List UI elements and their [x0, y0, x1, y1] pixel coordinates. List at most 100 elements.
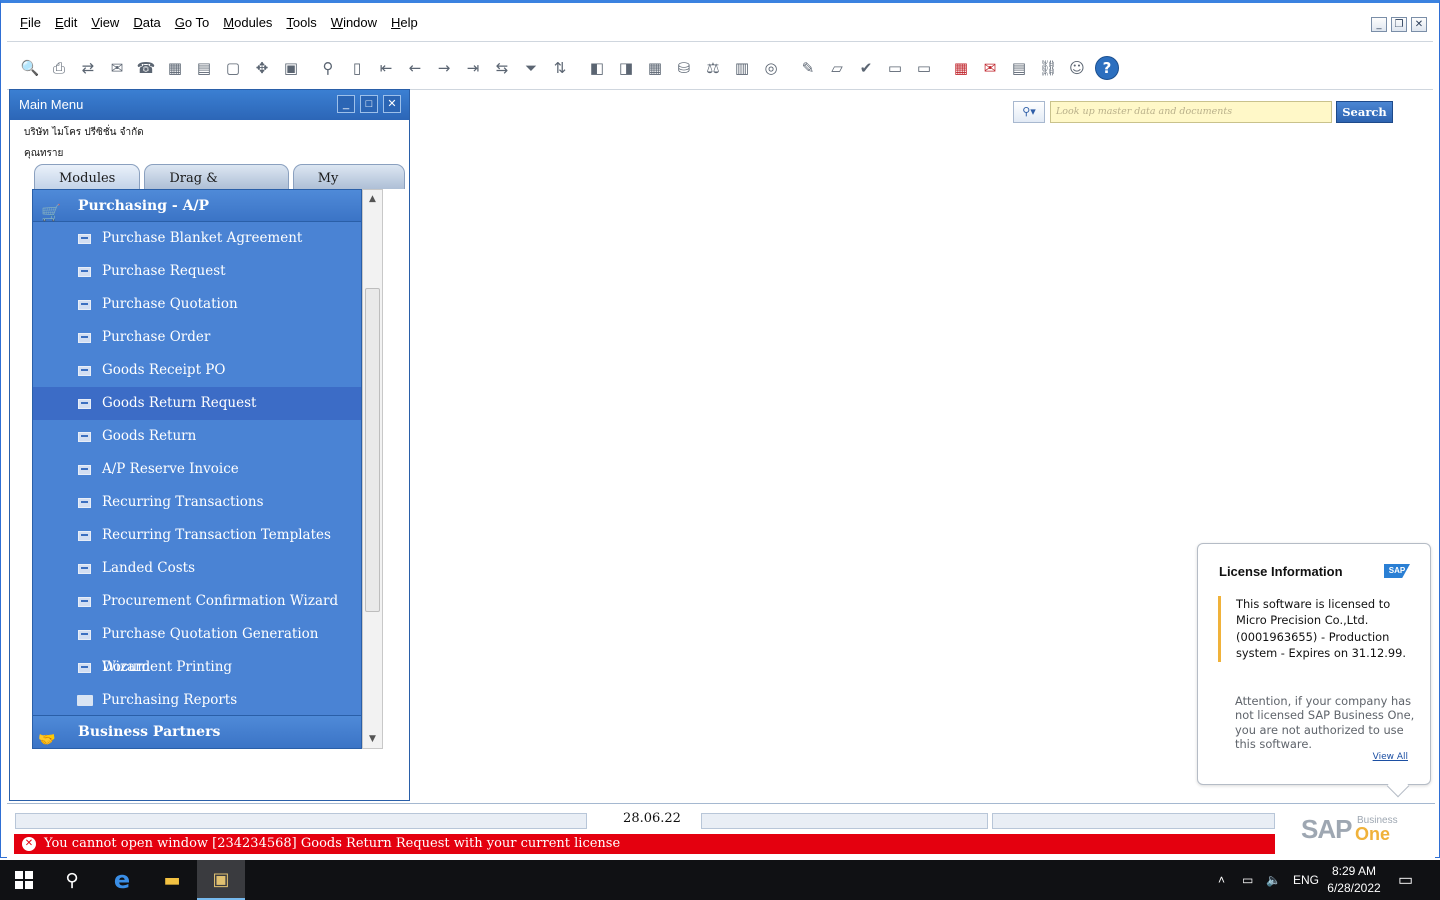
menu-go-to[interactable]: Go To — [170, 13, 214, 35]
document-icon — [78, 597, 91, 607]
tab-modules[interactable]: Modules — [34, 164, 141, 189]
document-icon — [78, 465, 91, 475]
error-message: ✕ You cannot open window [234234568] Goo… — [14, 834, 1275, 854]
gross-profit-icon[interactable]: ▦ — [644, 57, 666, 79]
search-bar: ⚲▾ Look up master data and documents Sea… — [1013, 101, 1393, 123]
scroll-up-icon[interactable]: ▲ — [363, 190, 382, 208]
email-icon[interactable]: ✉ — [106, 57, 128, 79]
add-icon[interactable]: ▯ — [346, 57, 368, 79]
list-item[interactable]: Purchase Blanket Agreement — [33, 222, 361, 255]
list-item[interactable]: Goods Return — [33, 420, 361, 453]
list-item[interactable]: Purchase Quotation — [33, 288, 361, 321]
pdf-icon[interactable]: ▢ — [222, 57, 244, 79]
help-icon[interactable]: ? — [1095, 56, 1119, 80]
internet-explorer-icon[interactable]: e — [98, 860, 146, 900]
category-business-partners[interactable]: 🤝 Business Partners — [33, 715, 361, 748]
print-icon[interactable]: ⎙ — [48, 57, 70, 79]
organization-icon[interactable]: ⛓ — [1037, 57, 1059, 79]
refresh-icon[interactable]: ⇆ — [491, 57, 513, 79]
list-item[interactable]: A/P Reserve Invoice — [33, 453, 361, 486]
maximize-icon[interactable]: □ — [360, 95, 378, 113]
view-all-link[interactable]: View All — [1373, 752, 1408, 762]
restore-icon[interactable]: ❐ — [1391, 17, 1407, 32]
list-item[interactable]: Purchase Request — [33, 255, 361, 288]
balance-icon[interactable]: ◎ — [760, 57, 782, 79]
start-button[interactable] — [0, 860, 48, 900]
clock[interactable]: 8:29 AM 6/28/2022 — [1318, 863, 1390, 897]
file-explorer-icon[interactable]: ▬ — [148, 860, 196, 900]
notepad-icon[interactable]: ▤ — [1008, 57, 1030, 79]
menu-tools[interactable]: Tools — [281, 13, 321, 35]
target-document-icon[interactable]: ◨ — [615, 57, 637, 79]
minimize-icon[interactable]: _ — [1371, 17, 1387, 32]
calendar-alert-icon[interactable]: ▦ — [950, 57, 972, 79]
journal-icon[interactable]: ▥ — [731, 57, 753, 79]
minimize-icon[interactable]: _ — [337, 95, 355, 113]
find-icon[interactable]: ⚲ — [317, 57, 339, 79]
menu-file[interactable]: File — [15, 13, 46, 35]
next-record-icon[interactable]: → — [433, 57, 455, 79]
list-item[interactable]: Recurring Transaction Templates — [33, 519, 361, 552]
list-item[interactable]: Recurring Transactions — [33, 486, 361, 519]
approve-icon[interactable]: ✔ — [855, 57, 877, 79]
scroll-down-icon[interactable]: ▼ — [363, 730, 382, 748]
fax-icon[interactable]: ☎ — [135, 57, 157, 79]
close-icon[interactable]: ✕ — [383, 95, 401, 113]
reply-icon[interactable]: ▭ — [913, 57, 935, 79]
new-document-icon[interactable]: ▱ — [826, 57, 848, 79]
sort-icon[interactable]: ⇅ — [549, 57, 571, 79]
list-item-label: Landed Costs — [102, 560, 196, 576]
word-icon[interactable]: ▤ — [193, 57, 215, 79]
list-item-selected[interactable]: Goods Return Request — [33, 387, 361, 420]
user-icon[interactable]: ☺ — [1066, 57, 1088, 79]
form-settings-icon[interactable]: ▣ — [280, 57, 302, 79]
search-button[interactable]: Search — [1336, 101, 1393, 123]
list-item[interactable]: Purchase Quotation Generation Wizard — [33, 618, 361, 675]
filter-icon[interactable]: ⏷ — [520, 57, 542, 79]
license-text: This software is licensed to Micro Preci… — [1218, 596, 1418, 662]
menu-modules[interactable]: Modules — [218, 13, 277, 35]
list-item[interactable]: Purchase Order — [33, 321, 361, 354]
volume-weight-icon[interactable]: ⚖ — [702, 57, 724, 79]
navigate-icon[interactable]: ✥ — [251, 57, 273, 79]
export-icon[interactable]: ⇄ — [77, 57, 99, 79]
list-item[interactable]: Document Printing — [33, 651, 361, 684]
main-menu-title-bar[interactable]: Main Menu _ □ ✕ — [10, 90, 409, 120]
tab-drag-relate[interactable]: Drag & Relate — [144, 164, 289, 213]
close-icon[interactable]: ✕ — [1411, 17, 1427, 32]
tray-chevron-icon[interactable]: ˄ — [1218, 860, 1225, 900]
volume-icon[interactable]: 🔈 — [1266, 860, 1281, 900]
list-item[interactable]: Purchasing Reports — [33, 684, 361, 717]
list-item[interactable]: Procurement Confirmation Wizard — [33, 585, 361, 618]
menu-window[interactable]: Window — [326, 13, 382, 35]
menu-help[interactable]: Help — [386, 13, 423, 35]
excel-icon[interactable]: ▦ — [164, 57, 186, 79]
search-input[interactable]: Look up master data and documents — [1050, 101, 1332, 123]
network-icon[interactable]: ▭ — [1242, 860, 1253, 900]
scroll-thumb[interactable] — [365, 288, 380, 612]
list-item-label: Purchase Order — [102, 329, 211, 345]
menu-data[interactable]: Data — [128, 13, 165, 35]
message-icon[interactable]: ▭ — [884, 57, 906, 79]
preview-icon[interactable]: 🔍 — [19, 57, 41, 79]
tab-my-menu[interactable]: My Menu — [292, 164, 405, 213]
category-purchasing[interactable]: 🛒 Purchasing - A/P — [33, 190, 361, 222]
menu-view[interactable]: View — [86, 13, 124, 35]
list-item-label: Procurement Confirmation Wizard — [102, 593, 339, 609]
base-document-icon[interactable]: ◧ — [586, 57, 608, 79]
menu-edit[interactable]: Edit — [50, 13, 82, 35]
notification-icon[interactable]: ▭ — [1398, 860, 1413, 900]
mail-alert-icon[interactable]: ✉ — [979, 57, 1001, 79]
last-record-icon[interactable]: ⇥ — [462, 57, 484, 79]
language-indicator[interactable]: ENG — [1293, 860, 1319, 900]
first-record-icon[interactable]: ⇤ — [375, 57, 397, 79]
sap-app-icon[interactable]: ▣ — [197, 860, 245, 900]
payment-means-icon[interactable]: ⛁ — [673, 57, 695, 79]
search-icon[interactable]: ⚲ — [48, 860, 96, 900]
list-item[interactable]: Goods Receipt PO — [33, 354, 361, 387]
vertical-scrollbar[interactable]: ▲ ▼ — [362, 189, 383, 749]
list-item[interactable]: Landed Costs — [33, 552, 361, 585]
previous-record-icon[interactable]: ← — [404, 57, 426, 79]
edit-icon[interactable]: ✎ — [797, 57, 819, 79]
search-type-dropdown[interactable]: ⚲▾ — [1013, 101, 1045, 123]
